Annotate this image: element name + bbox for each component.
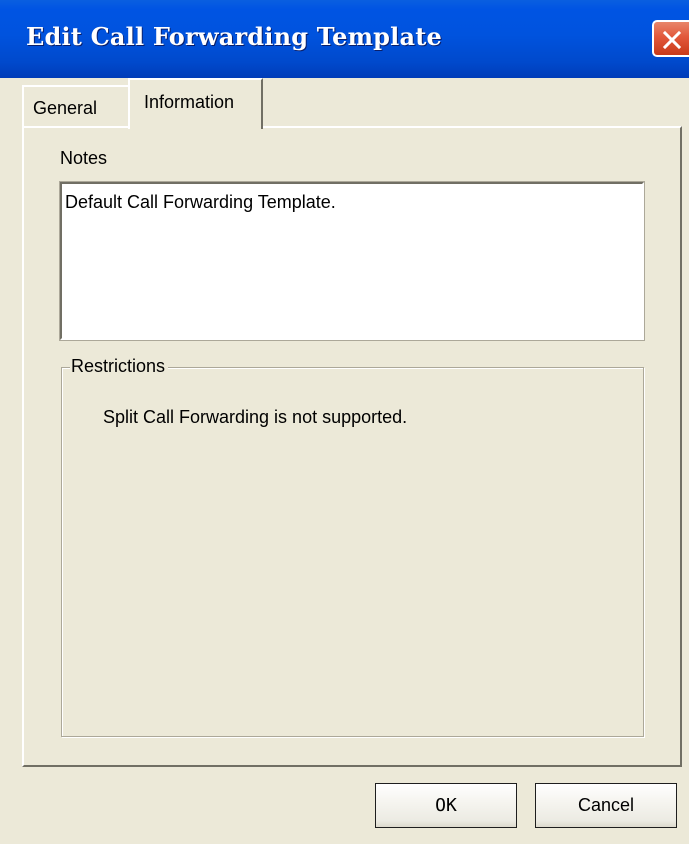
close-button[interactable] xyxy=(652,20,689,57)
close-icon xyxy=(662,30,682,50)
dialog-window: Edit Call Forwarding Template General In… xyxy=(0,0,689,844)
tab-information[interactable]: Information xyxy=(128,78,263,129)
tab-information-label: Information xyxy=(144,92,235,112)
notes-label: Notes xyxy=(60,148,108,168)
title-bar[interactable]: Edit Call Forwarding Template xyxy=(0,0,689,78)
tab-general-label: General xyxy=(33,98,98,118)
window-title: Edit Call Forwarding Template xyxy=(26,22,442,51)
restrictions-message: Split Call Forwarding is not supported. xyxy=(103,407,408,427)
cancel-button-label: Cancel xyxy=(577,795,635,815)
cancel-button[interactable]: Cancel xyxy=(535,783,677,828)
notes-textarea[interactable]: Default Call Forwarding Template. xyxy=(59,181,645,341)
restrictions-label: Restrictions xyxy=(70,356,169,377)
notes-value: Default Call Forwarding Template. xyxy=(65,192,336,212)
ok-button-label: OK xyxy=(435,795,457,816)
ok-button[interactable]: OK xyxy=(375,783,517,828)
tab-general[interactable]: General xyxy=(22,85,130,128)
